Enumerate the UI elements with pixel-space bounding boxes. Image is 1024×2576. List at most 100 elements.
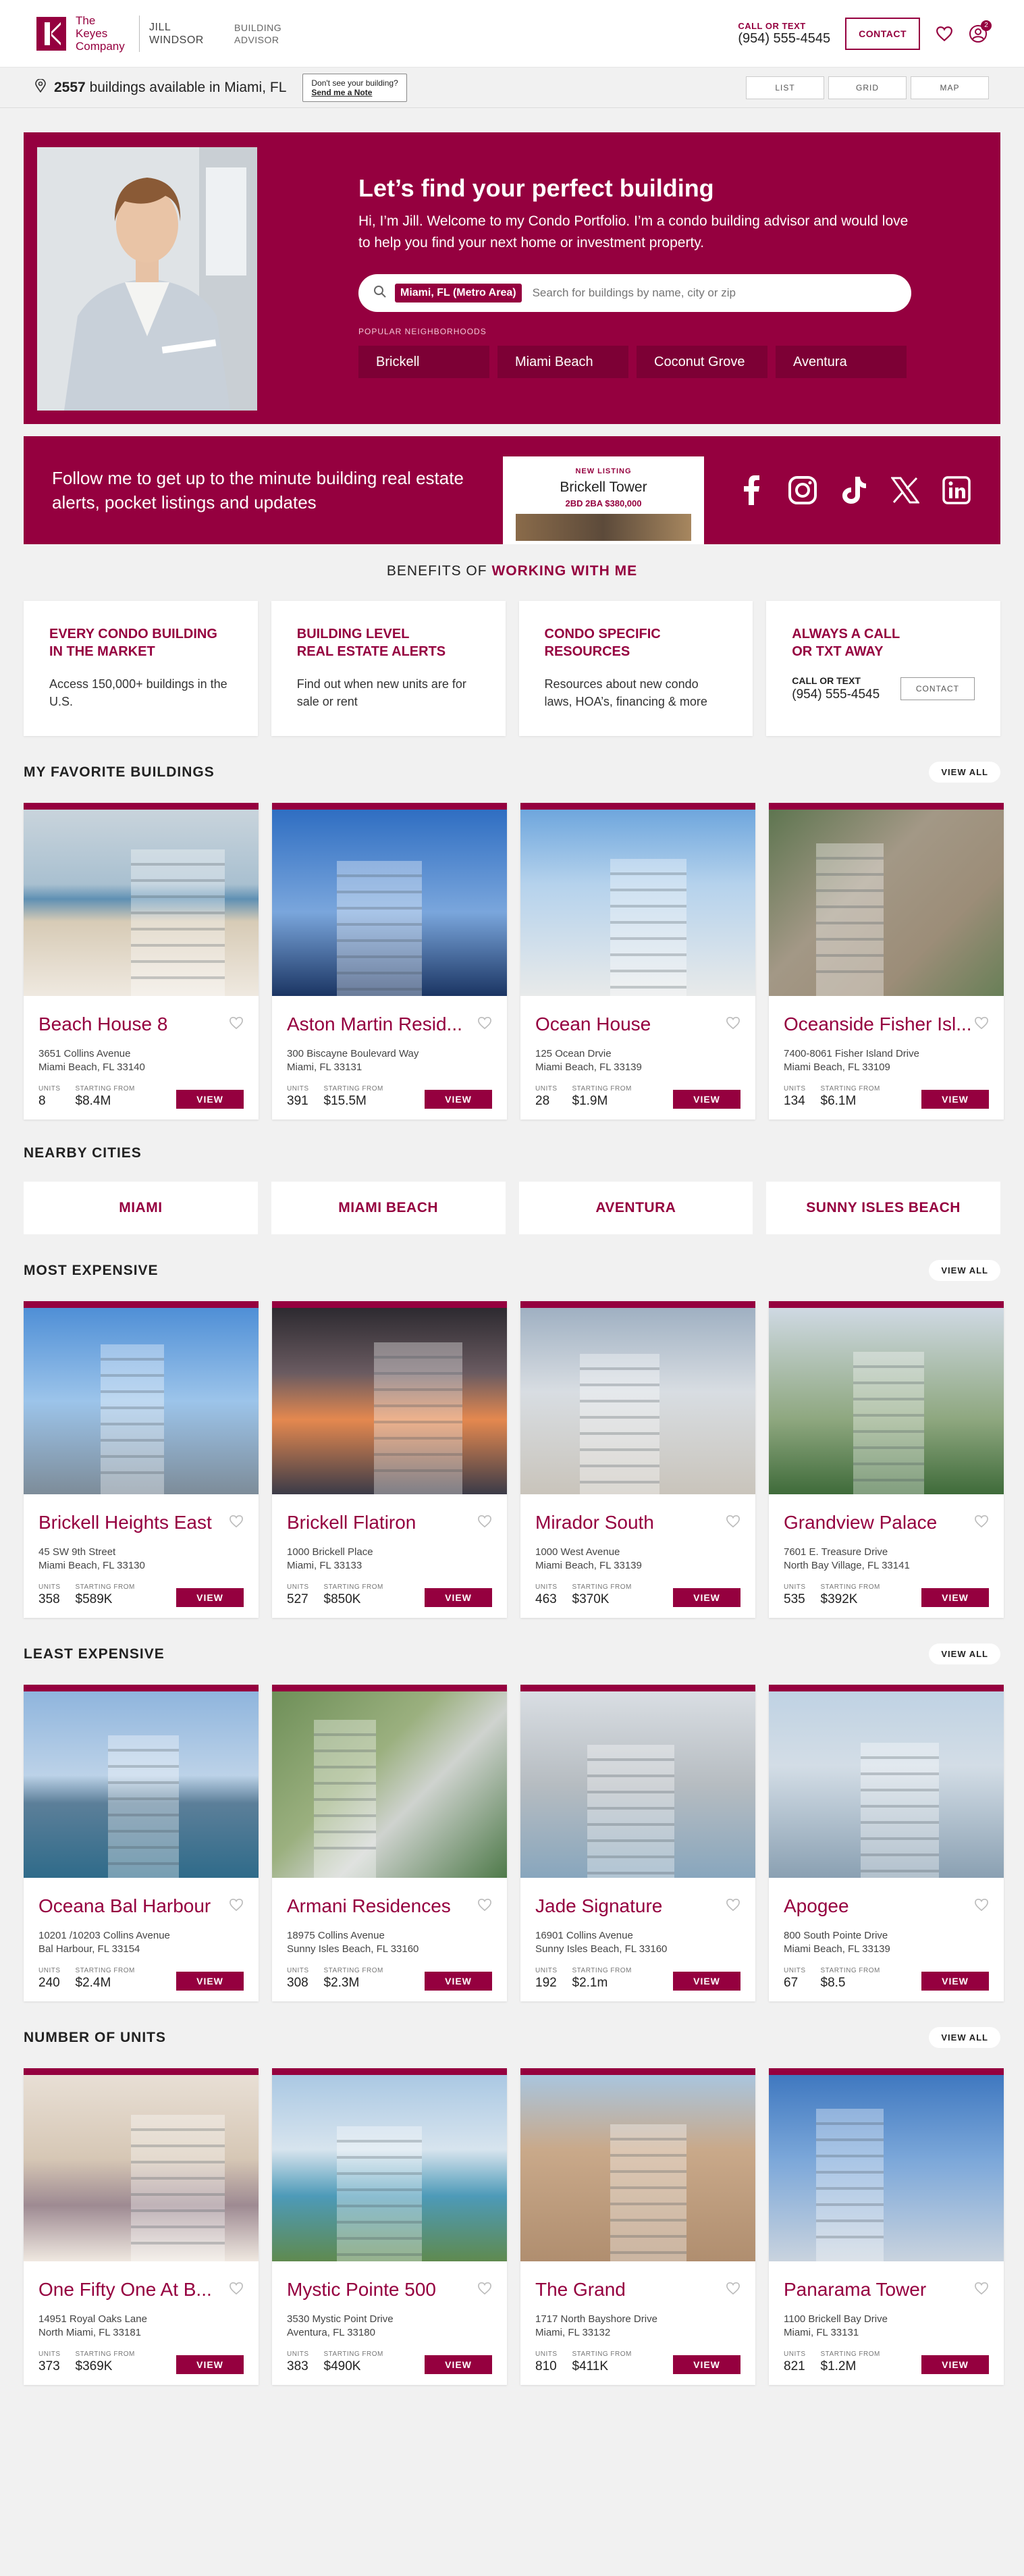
view-all-button[interactable]: VIEW ALL — [929, 1644, 1000, 1664]
view-button[interactable]: VIEW — [425, 1972, 492, 1991]
view-button[interactable]: VIEW — [176, 1588, 244, 1607]
building-card[interactable]: One Fifty One At B... 14951 Royal Oaks La… — [24, 2068, 259, 2385]
building-name[interactable]: Brickell Flatiron — [287, 1512, 476, 1533]
neighborhood-button[interactable]: Miami Beach — [497, 346, 628, 378]
favorite-heart-icon[interactable] — [477, 1016, 492, 1033]
logo[interactable]: The Keyes Company — [36, 14, 130, 53]
favorite-heart-icon[interactable] — [477, 2282, 492, 2298]
building-name[interactable]: Panarama Tower — [784, 2279, 973, 2301]
building-name[interactable]: Beach House 8 — [38, 1014, 227, 1035]
search-input[interactable] — [532, 286, 896, 300]
view-all-button[interactable]: VIEW ALL — [929, 762, 1000, 783]
building-card[interactable]: Brickell Flatiron 1000 Brickell Place Miam… — [272, 1301, 507, 1618]
benefit-contact-button[interactable]: CONTACT — [900, 677, 975, 700]
building-card[interactable]: Grandview Palace 7601 E. Treasure Drive No… — [769, 1301, 1004, 1618]
favorite-heart-icon[interactable] — [974, 2282, 989, 2298]
favorite-heart-icon[interactable] — [726, 1515, 740, 1531]
view-button[interactable]: VIEW — [673, 1090, 740, 1109]
neighborhood-button[interactable]: Brickell — [358, 346, 489, 378]
send-note-box[interactable]: Don't see your building? Send me a Note — [302, 73, 407, 102]
favorite-heart-icon[interactable] — [726, 1016, 740, 1033]
header-call[interactable]: CALL OR TEXT (954) 555-4545 — [738, 21, 830, 47]
favorite-heart-icon[interactable] — [974, 1515, 989, 1531]
view-list-button[interactable]: LIST — [746, 76, 824, 99]
neighborhood-button[interactable]: Aventura — [776, 346, 907, 378]
neighborhood-button[interactable]: Coconut Grove — [637, 346, 767, 378]
building-card[interactable]: Mirador South 1000 West Avenue Miami Beach… — [520, 1301, 755, 1618]
building-card[interactable]: Armani Residences 18975 Collins Avenue Sun… — [272, 1685, 507, 2001]
send-note-link[interactable]: Send me a Note — [311, 88, 372, 97]
view-button[interactable]: VIEW — [921, 1588, 989, 1607]
building-name[interactable]: Ocean House — [535, 1014, 724, 1035]
view-button[interactable]: VIEW — [673, 1588, 740, 1607]
building-card[interactable]: Mystic Pointe 500 3530 Mystic Point Drive… — [272, 2068, 507, 2385]
view-button[interactable]: VIEW — [425, 2355, 492, 2374]
view-button[interactable]: VIEW — [176, 2355, 244, 2374]
building-card[interactable]: Apogee 800 South Pointe Drive Miami Beach,… — [769, 1685, 1004, 2001]
city-button[interactable]: MIAMI — [24, 1182, 258, 1234]
favorite-heart-icon[interactable] — [974, 1898, 989, 1915]
profile-icon[interactable]: 2 — [969, 20, 992, 43]
view-all-button[interactable]: VIEW ALL — [929, 2027, 1000, 2048]
building-card[interactable]: The Grand 1717 North Bayshore Drive Miami,… — [520, 2068, 755, 2385]
favorite-heart-icon[interactable] — [726, 1898, 740, 1915]
building-name[interactable]: Brickell Heights East — [38, 1512, 227, 1533]
building-search-bar[interactable]: Miami, FL (Metro Area) — [358, 274, 911, 312]
favorite-heart-icon[interactable] — [229, 1898, 244, 1915]
x-icon[interactable] — [890, 475, 921, 506]
facebook-icon[interactable] — [736, 475, 767, 506]
building-name[interactable]: Oceana Bal Harbour — [38, 1895, 227, 1917]
building-name[interactable]: Armani Residences — [287, 1895, 476, 1917]
view-button[interactable]: VIEW — [921, 1972, 989, 1991]
favorite-heart-icon[interactable] — [229, 1016, 244, 1033]
building-name[interactable]: Mystic Pointe 500 — [287, 2279, 476, 2301]
view-button[interactable]: VIEW — [921, 2355, 989, 2374]
building-card[interactable]: Oceana Bal Harbour 10201 /10203 Collins A… — [24, 1685, 259, 2001]
view-map-button[interactable]: MAP — [911, 76, 989, 99]
building-name[interactable]: Jade Signature — [535, 1895, 724, 1917]
building-name[interactable]: The Grand — [535, 2279, 724, 2301]
view-grid-button[interactable]: GRID — [828, 76, 907, 99]
building-name[interactable]: Oceanside Fisher Isl... — [784, 1014, 973, 1035]
building-name[interactable]: Grandview Palace — [784, 1512, 973, 1533]
tiktok-icon[interactable] — [838, 475, 869, 506]
view-button[interactable]: VIEW — [673, 1972, 740, 1991]
building-card[interactable]: Beach House 8 3651 Collins Avenue Miami Be… — [24, 803, 259, 1120]
favorite-heart-icon[interactable] — [726, 2282, 740, 2298]
building-name[interactable]: Aston Martin Resid... — [287, 1014, 476, 1035]
favorite-heart-icon[interactable] — [477, 1515, 492, 1531]
building-card-top: Mystic Pointe 500 — [287, 2279, 492, 2301]
building-card[interactable]: Panarama Tower 1100 Brickell Bay Drive Mia… — [769, 2068, 1004, 2385]
location-chip[interactable]: Miami, FL (Metro Area) — [395, 284, 522, 303]
city-button[interactable]: AVENTURA — [518, 1182, 753, 1234]
view-button[interactable]: VIEW — [176, 1090, 244, 1109]
building-card[interactable]: Oceanside Fisher Isl... 7400-8061 Fisher … — [769, 803, 1004, 1120]
favorites-heart-icon[interactable] — [935, 24, 954, 43]
contact-button[interactable]: CONTACT — [845, 17, 920, 50]
city-button[interactable]: MIAMI BEACH — [271, 1182, 506, 1234]
favorite-heart-icon[interactable] — [229, 2282, 244, 2298]
view-button[interactable]: VIEW — [425, 1090, 492, 1109]
view-button[interactable]: VIEW — [673, 2355, 740, 2374]
favorite-heart-icon[interactable] — [477, 1898, 492, 1915]
view-all-button[interactable]: VIEW ALL — [929, 1260, 1000, 1281]
building-name[interactable]: Mirador South — [535, 1512, 724, 1533]
units-label: UNITS — [535, 1085, 558, 1093]
instagram-icon[interactable] — [787, 475, 818, 506]
building-name[interactable]: One Fifty One At B... — [38, 2279, 227, 2301]
building-card[interactable]: Jade Signature 16901 Collins Avenue Sunny … — [520, 1685, 755, 2001]
new-listing-card[interactable]: NEW LISTING Brickell Tower 2BD 2BA $380,… — [503, 456, 704, 544]
benefit-phone[interactable]: (954) 555-4545 — [792, 687, 880, 702]
header-phone[interactable]: (954) 555-4545 — [738, 31, 830, 47]
building-name[interactable]: Apogee — [784, 1895, 973, 1917]
linkedin-icon[interactable] — [941, 475, 972, 506]
view-button[interactable]: VIEW — [176, 1972, 244, 1991]
view-button[interactable]: VIEW — [921, 1090, 989, 1109]
favorite-heart-icon[interactable] — [974, 1016, 989, 1033]
favorite-heart-icon[interactable] — [229, 1515, 244, 1531]
building-card[interactable]: Aston Martin Resid... 300 Biscayne Boulev… — [272, 803, 507, 1120]
view-button[interactable]: VIEW — [425, 1588, 492, 1607]
city-button[interactable]: SUNNY ISLES BEACH — [766, 1182, 1000, 1234]
building-card[interactable]: Ocean House 125 Ocean Drvie Miami Beach, F… — [520, 803, 755, 1120]
building-card[interactable]: Brickell Heights East 45 SW 9th Street Mia… — [24, 1301, 259, 1618]
